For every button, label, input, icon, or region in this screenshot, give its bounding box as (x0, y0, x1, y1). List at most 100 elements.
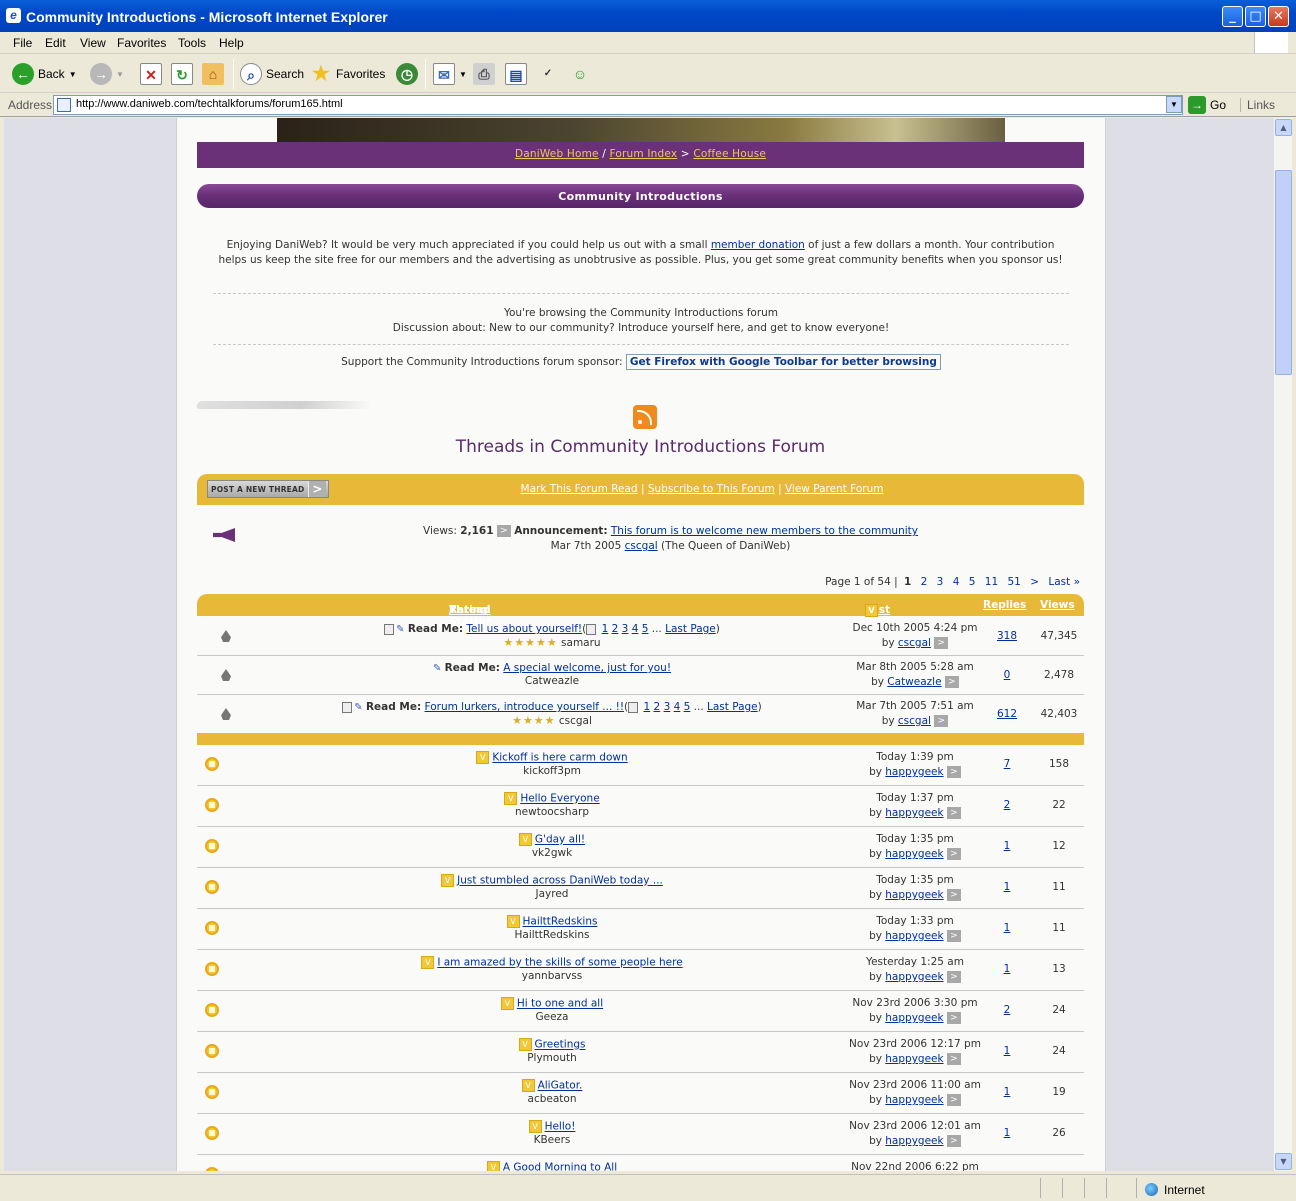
page-link[interactable]: 5 (642, 623, 649, 635)
page-link[interactable]: 1 (602, 623, 609, 635)
mark-read-link[interactable]: Mark This Forum Read (521, 483, 638, 495)
arrow-right-icon[interactable]: > (934, 715, 949, 727)
last-poster-link[interactable]: happygeek (885, 1053, 943, 1065)
menu-favorites[interactable]: Favorites (117, 36, 166, 50)
menu-edit[interactable]: Edit (45, 36, 66, 50)
thread-title-link[interactable]: Hello Everyone (520, 793, 599, 805)
page-link[interactable]: 1 (644, 701, 651, 713)
view-parent-link[interactable]: View Parent Forum (785, 483, 884, 495)
post-new-thread-button[interactable]: POST A NEW THREAD > (207, 480, 329, 498)
breadcrumb-home-link[interactable]: DaniWeb Home (515, 148, 599, 160)
menu-tools[interactable]: Tools (178, 36, 206, 50)
sort-order-icon[interactable]: V (865, 604, 878, 617)
sponsor-link[interactable]: Get Firefox with Google Toolbar for bett… (625, 354, 941, 370)
last-poster-link[interactable]: happygeek (885, 848, 943, 860)
last-poster-link[interactable]: happygeek (885, 1012, 943, 1024)
menu-file[interactable]: File (13, 36, 32, 50)
replies-link[interactable]: 318 (987, 630, 1027, 642)
last-poster-link[interactable]: cscgal (898, 715, 931, 727)
replies-link[interactable]: 1 (987, 922, 1027, 934)
page-link[interactable]: 51 (1007, 576, 1020, 588)
close-button[interactable]: ✕ (1268, 6, 1289, 27)
replies-link[interactable]: 1 (987, 881, 1027, 893)
arrow-right-icon[interactable]: > (946, 1094, 961, 1106)
refresh-button[interactable]: ↻ (171, 61, 193, 87)
sort-views-link[interactable]: Views (1040, 599, 1075, 611)
menu-view[interactable]: View (80, 36, 106, 50)
page-link[interactable]: 5 (969, 576, 976, 588)
arrow-right-icon[interactable]: > (944, 676, 959, 688)
thread-title-link[interactable]: Tell us about yourself! (466, 623, 582, 635)
last-page-link[interactable]: Last Page (665, 623, 716, 635)
thread-title-link[interactable]: Hello! (545, 1121, 576, 1133)
thread-title-link[interactable]: G'day all! (535, 834, 585, 846)
scroll-up-icon[interactable]: ▲ (1275, 119, 1292, 136)
scroll-thumb[interactable] (1275, 170, 1292, 375)
last-page-link[interactable]: Last » (1048, 576, 1080, 588)
thread-title-link[interactable]: Greetings (535, 1039, 586, 1051)
page-link[interactable]: 2 (612, 623, 619, 635)
page-link[interactable]: 3 (664, 701, 671, 713)
rss-feed-icon[interactable] (633, 405, 657, 429)
history-button[interactable]: ◷ (396, 61, 418, 87)
thread-title-link[interactable]: A Good Morning to All (503, 1162, 617, 1172)
last-page-link[interactable]: Last Page (707, 701, 758, 713)
forward-button[interactable]: → ▼ (90, 61, 124, 87)
page-link[interactable]: 4 (953, 576, 960, 588)
arrow-right-icon[interactable]: > (946, 1012, 961, 1024)
arrow-right-icon[interactable]: > (946, 889, 961, 901)
page-link[interactable]: 3 (937, 576, 944, 588)
page-link[interactable]: 2 (654, 701, 661, 713)
next-page-link[interactable]: > (1030, 576, 1039, 588)
thread-title-link[interactable]: AliGator. (538, 1080, 583, 1092)
replies-link[interactable]: 1 (987, 1086, 1027, 1098)
replies-link[interactable]: 1 (987, 963, 1027, 975)
replies-link[interactable]: 1 (987, 840, 1027, 852)
last-poster-link[interactable]: happygeek (885, 971, 943, 983)
mail-button[interactable]: ✉ ▼ (433, 61, 467, 87)
arrow-right-icon[interactable]: > (946, 848, 961, 860)
minimize-button[interactable]: _ (1222, 6, 1243, 27)
breadcrumb-index-link[interactable]: Forum Index (610, 148, 678, 160)
last-poster-link[interactable]: happygeek (885, 889, 943, 901)
arrow-right-icon[interactable]: > (946, 807, 961, 819)
thread-title-link[interactable]: Forum lurkers, introduce yourself ... !! (425, 701, 625, 713)
thread-title-link[interactable]: I am amazed by the skills of some people… (437, 957, 682, 969)
forward-dropdown-icon[interactable]: ▼ (116, 70, 124, 79)
replies-link[interactable]: 2 (987, 1004, 1027, 1016)
page-link[interactable]: 3 (622, 623, 629, 635)
favorites-button[interactable]: ★ Favorites (310, 61, 385, 87)
page-link[interactable]: 11 (985, 576, 998, 588)
last-poster-link[interactable]: happygeek (885, 1135, 943, 1147)
announcement-author-link[interactable]: cscgal (625, 540, 658, 552)
replies-link[interactable]: 1 (987, 1045, 1027, 1057)
messenger-button[interactable]: ☺ (569, 61, 591, 87)
member-donation-link[interactable]: member donation (711, 239, 805, 251)
last-poster-link[interactable]: happygeek (885, 1094, 943, 1106)
thread-title-link[interactable]: A special welcome, just for you! (503, 662, 671, 674)
arrow-right-icon[interactable]: > (946, 766, 961, 778)
go-button[interactable]: → Go (1188, 96, 1226, 114)
links-button[interactable]: Links (1240, 98, 1275, 112)
thread-title-link[interactable]: Just stumbled across DaniWeb today ... (457, 875, 663, 887)
arrow-right-icon[interactable]: > (946, 930, 961, 942)
last-poster-link[interactable]: Catweazle (887, 676, 941, 688)
back-dropdown-icon[interactable]: ▼ (69, 70, 77, 79)
home-button[interactable]: ⌂ (202, 61, 224, 87)
edit-button[interactable]: ▤ (505, 61, 527, 87)
replies-link[interactable]: 0 (987, 669, 1027, 681)
mail-dropdown-icon[interactable]: ▼ (459, 70, 467, 79)
page-link[interactable]: 2 (921, 576, 928, 588)
last-poster-link[interactable]: happygeek (885, 807, 943, 819)
thread-title-link[interactable]: Hi to one and all (517, 998, 603, 1010)
replies-link[interactable]: 1 (987, 1127, 1027, 1139)
back-button[interactable]: ← Back ▼ (12, 61, 77, 87)
stop-button[interactable]: ✕ (140, 61, 162, 87)
menu-help[interactable]: Help (219, 36, 244, 50)
thread-title-link[interactable]: Kickoff is here carm down (492, 752, 627, 764)
announcement-link[interactable]: This forum is to welcome new members to … (611, 525, 918, 537)
arrow-right-icon[interactable]: > (934, 637, 949, 649)
sort-replies-link[interactable]: Replies (983, 599, 1026, 611)
spellcheck-button[interactable]: ✓ (537, 61, 559, 87)
search-button[interactable]: ⌕ Search (240, 61, 304, 87)
